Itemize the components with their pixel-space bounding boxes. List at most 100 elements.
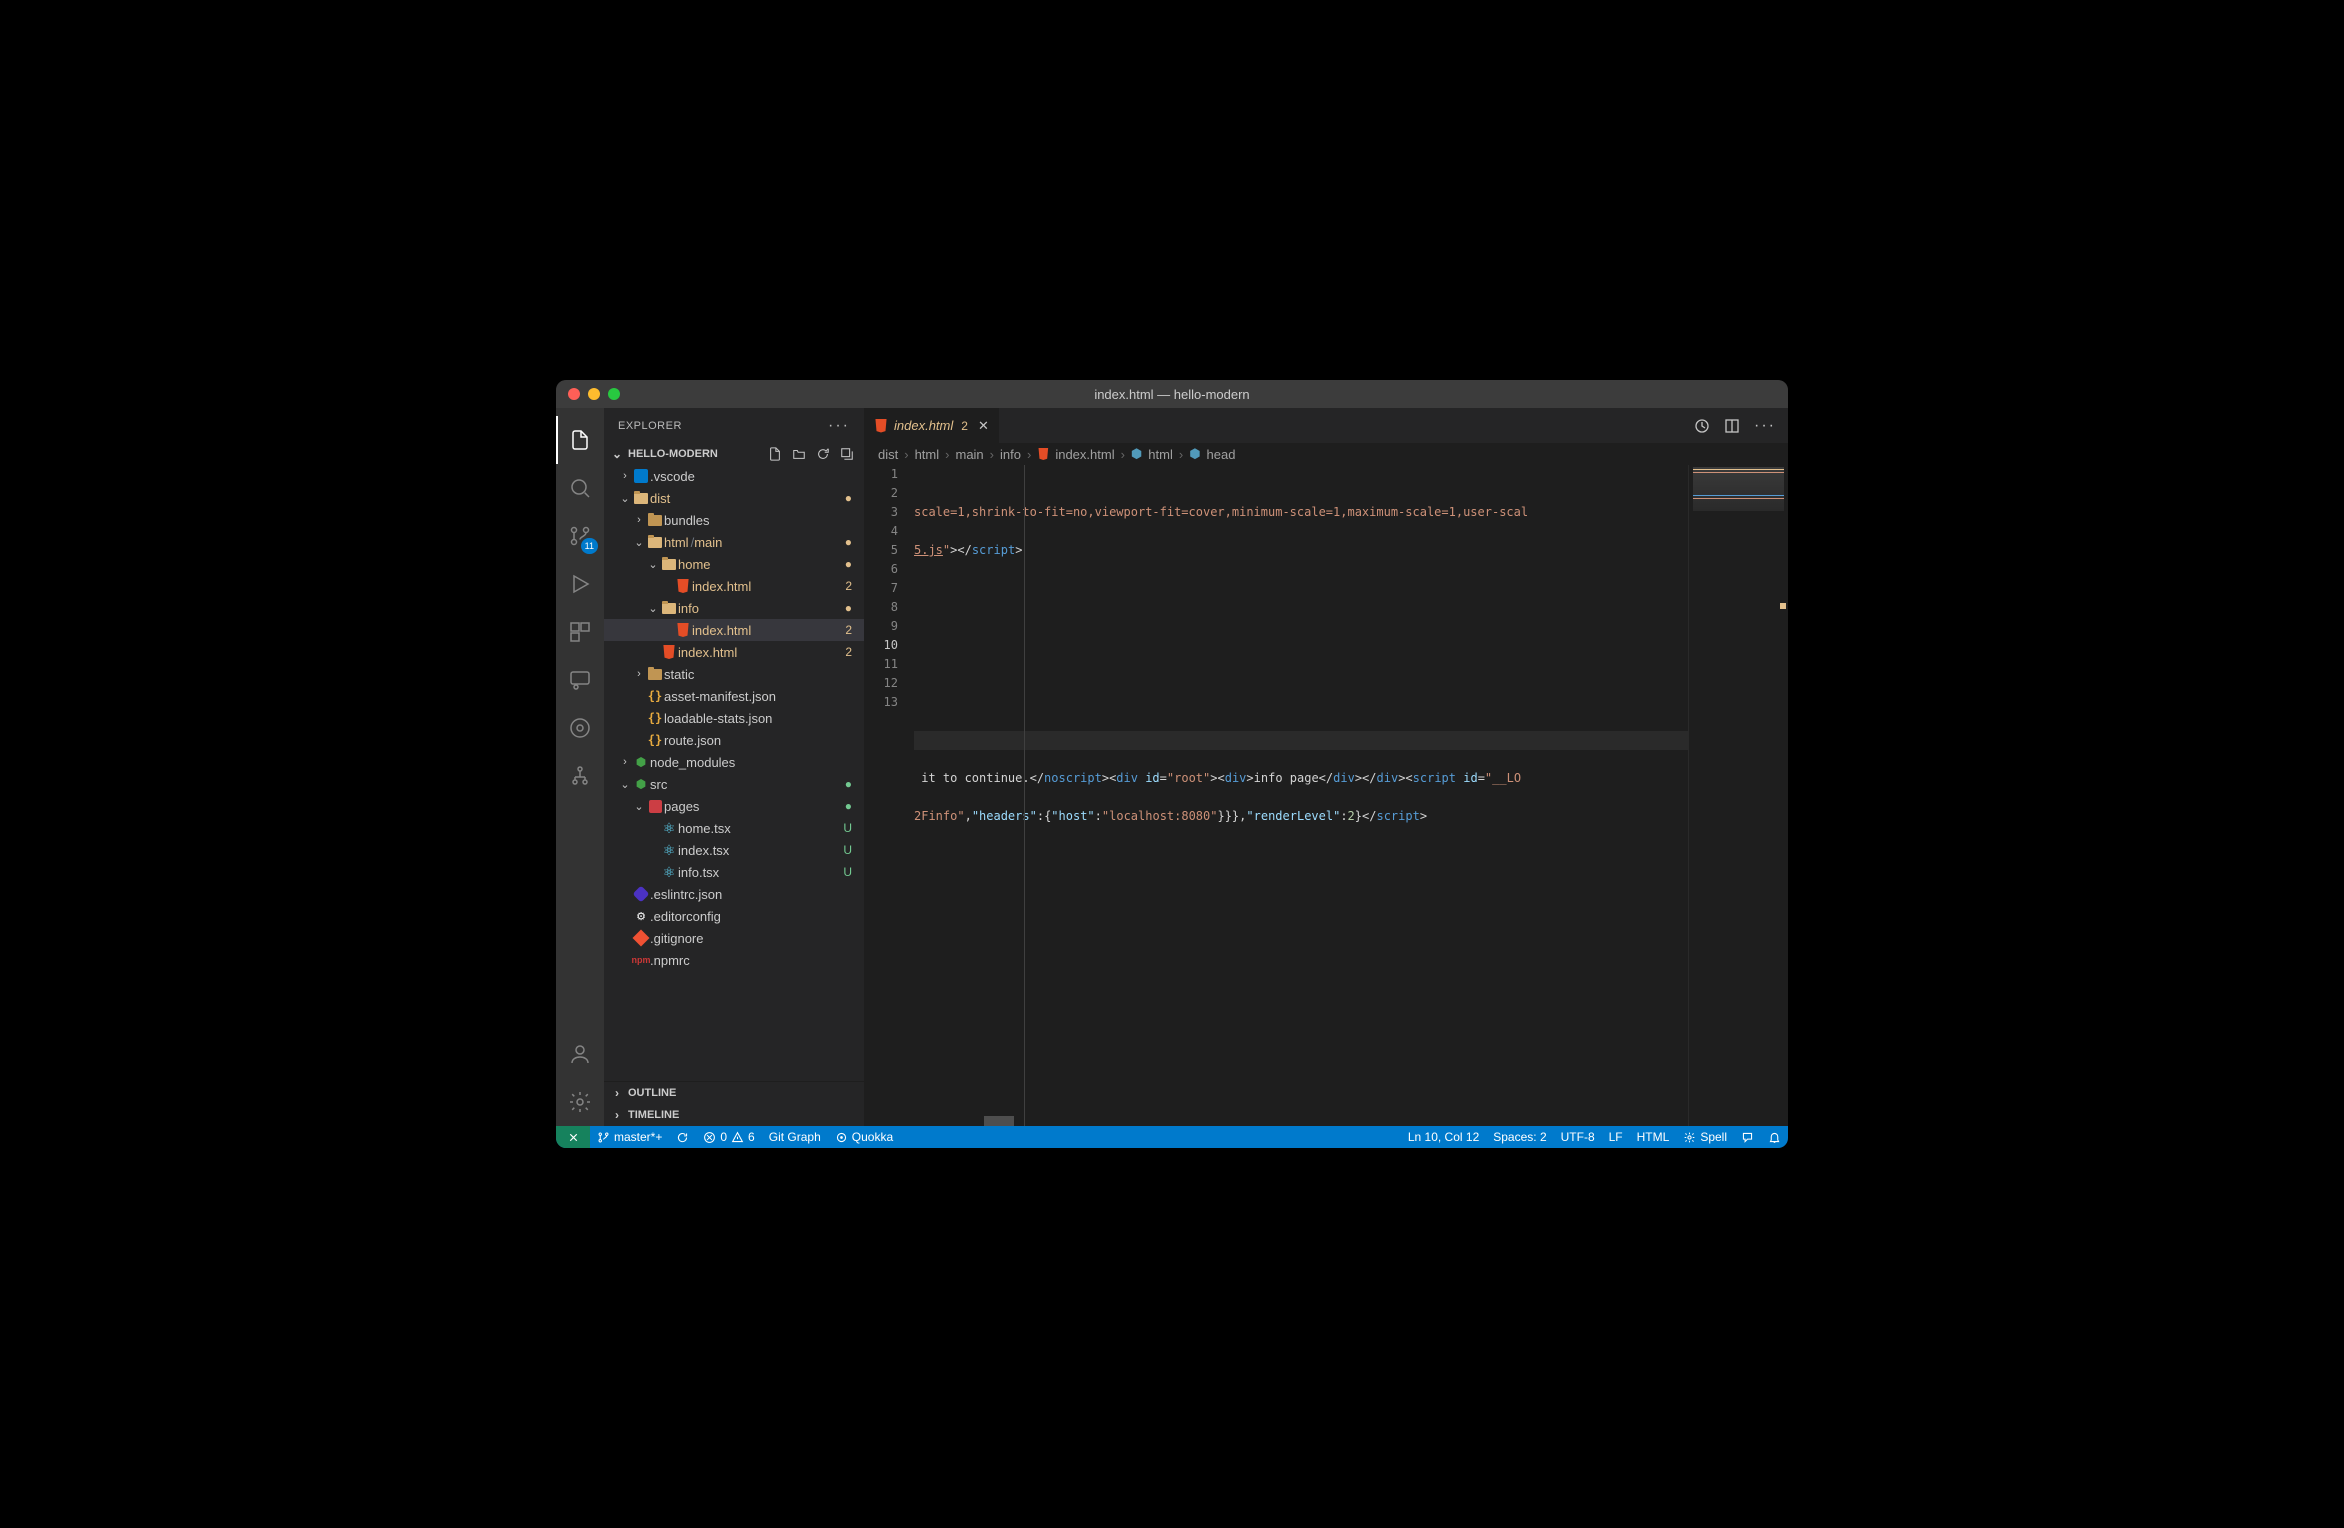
remote-indicator[interactable] [556, 1126, 590, 1148]
tree-file-loadable-stats[interactable]: {}loadable-stats.json [604, 707, 864, 729]
gitlens-activity[interactable] [556, 704, 604, 752]
new-file-icon[interactable] [768, 447, 782, 461]
tree-folder-dist[interactable]: ⌄dist● [604, 487, 864, 509]
eol-status[interactable]: LF [1602, 1126, 1630, 1148]
settings-activity[interactable] [556, 1078, 604, 1126]
remote-icon [567, 1131, 580, 1144]
accounts-activity[interactable] [556, 1030, 604, 1078]
minimize-window-button[interactable] [588, 388, 600, 400]
explorer-actions [768, 447, 864, 461]
remote-activity[interactable] [556, 656, 604, 704]
refresh-icon[interactable] [816, 447, 830, 461]
quokka-status[interactable]: Quokka [828, 1126, 900, 1148]
breadcrumb-head[interactable]: head [1207, 447, 1236, 462]
tree-folder-bundles[interactable]: ›bundles [604, 509, 864, 531]
extensions-activity[interactable] [556, 608, 604, 656]
account-icon [568, 1042, 592, 1066]
html-file-icon [676, 623, 690, 637]
json-file-icon: {} [648, 689, 662, 703]
html-file-icon [662, 645, 676, 659]
tab-index-html[interactable]: index.html 2 ✕ [864, 408, 1000, 443]
tab-badge: 2 [961, 419, 968, 433]
json-file-icon: {} [648, 711, 662, 725]
maximize-window-button[interactable] [608, 388, 620, 400]
json-file-icon: {} [648, 733, 662, 747]
branch-status[interactable]: master*+ [590, 1126, 669, 1148]
tree-file-home-tsx[interactable]: ⚛home.tsxU [604, 817, 864, 839]
tree-file-route-json[interactable]: {}route.json [604, 729, 864, 751]
tab-more-button[interactable]: ··· [1754, 417, 1776, 435]
tree-file-info-tsx[interactable]: ⚛info.tsxU [604, 861, 864, 883]
breadcrumb-info[interactable]: info [1000, 447, 1021, 462]
cursor-position[interactable]: Ln 10, Col 12 [1401, 1126, 1486, 1148]
notifications-status[interactable] [1761, 1126, 1788, 1148]
tree-folder-static[interactable]: ›static [604, 663, 864, 685]
project-section-header[interactable]: ⌄ HELLO-MODERN [604, 443, 864, 465]
git-graph-status[interactable]: Git Graph [762, 1126, 828, 1148]
split-editor-icon[interactable] [1724, 418, 1740, 434]
sidebar-more-button[interactable]: ··· [828, 417, 850, 435]
close-window-button[interactable] [568, 388, 580, 400]
run-debug-activity[interactable] [556, 560, 604, 608]
tree-file-editorconfig[interactable]: ⚙.editorconfig [604, 905, 864, 927]
tree-folder-home[interactable]: ⌄home● [604, 553, 864, 575]
search-activity[interactable] [556, 464, 604, 512]
misc-activity[interactable] [556, 752, 604, 800]
tree-file-gitignore[interactable]: .gitignore [604, 927, 864, 949]
tree-folder-vscode[interactable]: ›.vscode [604, 465, 864, 487]
sidebar: EXPLORER ··· ⌄ HELLO-MODERN ›.vscode ⌄di… [604, 408, 864, 1126]
tree-file-asset-manifest[interactable]: {}asset-manifest.json [604, 685, 864, 707]
tree-file-eslintrc[interactable]: .eslintrc.json [604, 883, 864, 905]
breadcrumb-main[interactable]: main [955, 447, 983, 462]
status-bar: master*+ 0 6 Git Graph Quokka Ln 10, Col… [556, 1126, 1788, 1148]
git-branch-icon [597, 1131, 610, 1144]
error-icon [703, 1131, 716, 1144]
tree-file-index-tsx[interactable]: ⚛index.tsxU [604, 839, 864, 861]
problems-status[interactable]: 0 6 [696, 1126, 761, 1148]
folder-icon [648, 669, 662, 680]
tree-file-npmrc[interactable]: npm.npmrc [604, 949, 864, 971]
tab-actions: ··· [1694, 408, 1788, 443]
new-folder-icon[interactable] [792, 447, 806, 461]
react-file-icon: ⚛ [663, 820, 676, 837]
minimap-viewport[interactable] [1693, 467, 1784, 511]
code-content[interactable]: scale=1,shrink-to-fit=no,viewport-fit=co… [914, 465, 1688, 1126]
breadcrumb-html-el[interactable]: html [1148, 447, 1173, 462]
sync-status[interactable] [669, 1126, 696, 1148]
tree-file-home-index[interactable]: index.html2 [604, 575, 864, 597]
breadcrumb-html[interactable]: html [915, 447, 940, 462]
tab-close-button[interactable]: ✕ [978, 418, 989, 434]
html-file-icon [874, 419, 888, 433]
tree-folder-info[interactable]: ⌄info● [604, 597, 864, 619]
gitlens-icon [568, 716, 592, 740]
explorer-activity[interactable] [556, 416, 604, 464]
bell-icon [1768, 1131, 1781, 1144]
breadcrumb-file[interactable]: index.html [1055, 447, 1114, 462]
indent-status[interactable]: Spaces: 2 [1486, 1126, 1553, 1148]
minimap[interactable] [1688, 465, 1788, 1126]
feedback-status[interactable] [1734, 1126, 1761, 1148]
outline-section[interactable]: ›OUTLINE [604, 1082, 864, 1104]
gear-icon [568, 1090, 592, 1114]
timeline-icon[interactable] [1694, 418, 1710, 434]
breadcrumb-dist[interactable]: dist [878, 447, 898, 462]
tree-file-main-index[interactable]: index.html2 [604, 641, 864, 663]
scrollbar-thumb[interactable] [984, 1116, 1014, 1126]
folder-open-icon [648, 537, 662, 548]
files-icon [568, 428, 592, 452]
breadcrumb[interactable]: dist› html› main› info› index.html› ⬢ ht… [864, 443, 1788, 465]
collapse-all-icon[interactable] [840, 447, 854, 461]
html-file-icon [676, 579, 690, 593]
feedback-icon [1741, 1131, 1754, 1144]
horizontal-scrollbar[interactable] [914, 1116, 1688, 1126]
tree-folder-src[interactable]: ⌄⬢src● [604, 773, 864, 795]
encoding-status[interactable]: UTF-8 [1554, 1126, 1602, 1148]
spell-status[interactable]: Spell [1676, 1126, 1734, 1148]
tree-folder-pages[interactable]: ⌄pages● [604, 795, 864, 817]
source-control-activity[interactable]: 11 [556, 512, 604, 560]
tree-folder-html-main[interactable]: ⌄html / main● [604, 531, 864, 553]
timeline-section[interactable]: ›TIMELINE [604, 1104, 864, 1126]
tree-folder-node-modules[interactable]: ›⬢node_modules [604, 751, 864, 773]
tree-file-info-index[interactable]: index.html2 [604, 619, 864, 641]
language-status[interactable]: HTML [1630, 1126, 1677, 1148]
